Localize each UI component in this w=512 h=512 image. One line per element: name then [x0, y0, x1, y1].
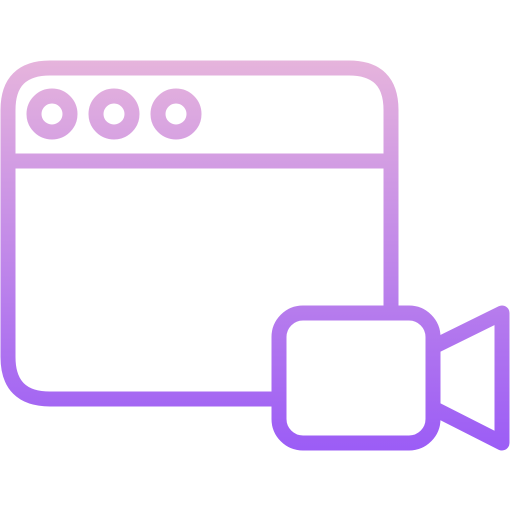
icon-canvas	[0, 0, 512, 512]
window-dot-1-icon	[26, 88, 78, 140]
camera-lens	[425, 305, 510, 451]
camera-body	[271, 305, 441, 451]
window-dot-3-icon	[150, 88, 202, 140]
browser-video-icon	[0, 60, 510, 451]
browser-window-icon	[0, 60, 399, 407]
window-dot-2-icon	[88, 88, 140, 140]
video-camera-icon	[271, 305, 510, 451]
